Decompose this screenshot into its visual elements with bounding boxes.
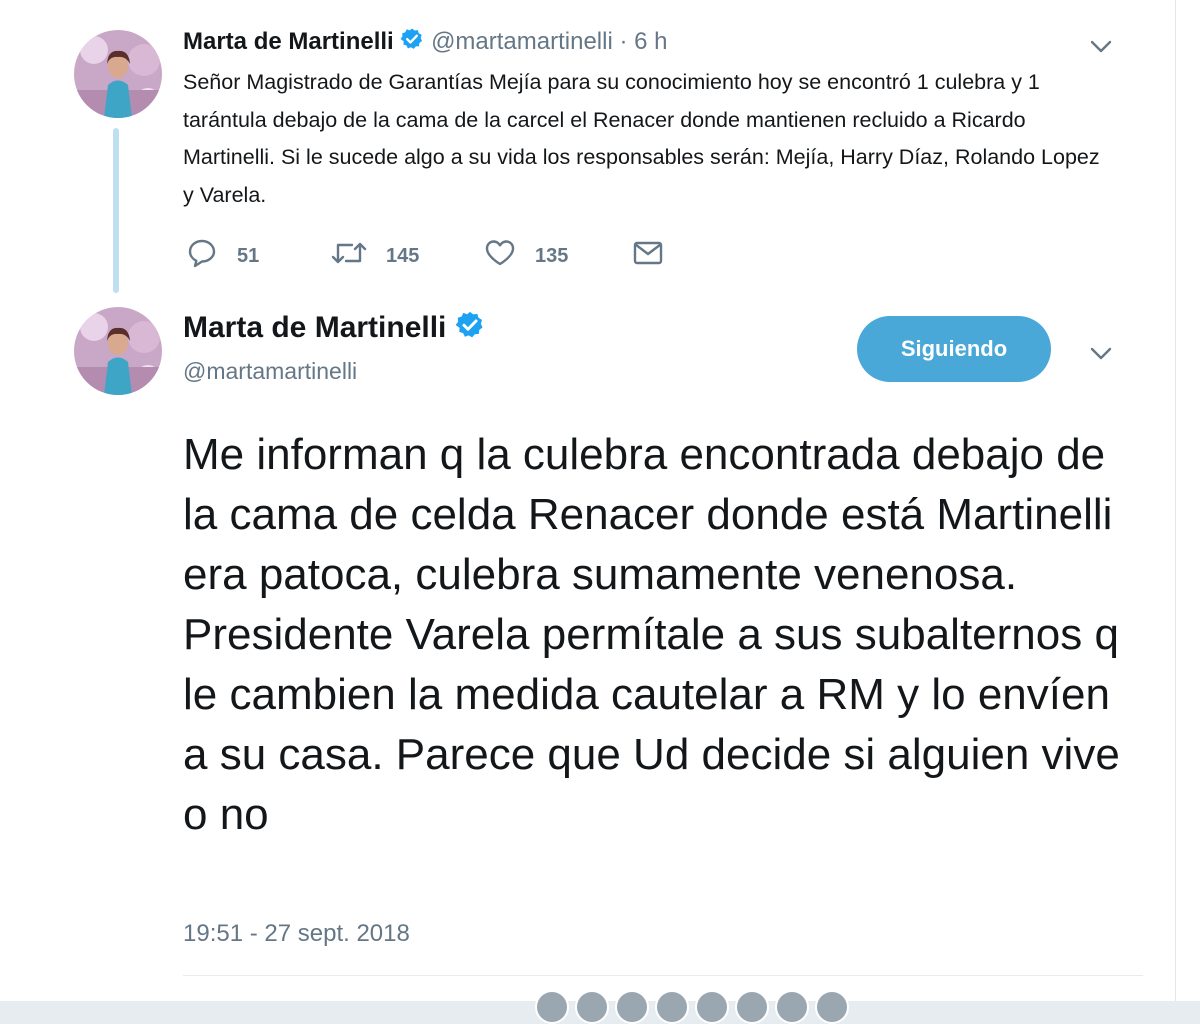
reply-count: 51 bbox=[237, 244, 260, 267]
like-count: 135 bbox=[535, 244, 569, 267]
verified-badge-icon bbox=[400, 27, 424, 58]
chevron-down-icon[interactable] bbox=[1086, 34, 1116, 58]
separator-dot: · bbox=[619, 27, 628, 55]
avatar[interactable] bbox=[74, 30, 162, 118]
like-button[interactable]: 135 bbox=[483, 236, 568, 276]
avatar[interactable] bbox=[535, 990, 569, 1024]
tweet-timestamp[interactable]: 19:51 - 27 sept. 2018 bbox=[183, 920, 410, 948]
liker-avatars bbox=[535, 990, 849, 1024]
display-name[interactable]: Marta de Martinelli bbox=[183, 311, 446, 344]
tweet-text: Señor Magistrado de Garantías Mejía para… bbox=[183, 70, 1100, 207]
retweet-count: 145 bbox=[386, 244, 420, 267]
tweet-header: Marta de Martinelli bbox=[183, 310, 485, 348]
avatar[interactable] bbox=[775, 990, 809, 1024]
verified-badge-icon bbox=[455, 310, 485, 348]
reply-icon bbox=[185, 236, 237, 276]
chevron-down-icon[interactable] bbox=[1086, 341, 1116, 365]
display-name[interactable]: Marta de Martinelli bbox=[183, 28, 394, 55]
reply-button[interactable]: 51 bbox=[185, 236, 259, 276]
avatar[interactable] bbox=[615, 990, 649, 1024]
avatar[interactable] bbox=[74, 307, 162, 395]
retweet-button[interactable]: 145 bbox=[330, 236, 419, 276]
handle[interactable]: @martamartinelli bbox=[183, 358, 357, 385]
handle[interactable]: @martamartinelli bbox=[431, 28, 613, 55]
avatar[interactable] bbox=[735, 990, 769, 1024]
divider bbox=[183, 975, 1143, 976]
thread-connector-line bbox=[113, 128, 119, 293]
like-icon bbox=[483, 236, 535, 276]
tweet-header: Marta de Martinelli @martamartinelli · 6… bbox=[183, 27, 668, 58]
avatar[interactable] bbox=[655, 990, 689, 1024]
direct-message-button[interactable] bbox=[633, 236, 681, 276]
avatar[interactable] bbox=[815, 990, 849, 1024]
time-ago[interactable]: 6 h bbox=[634, 28, 667, 55]
avatar[interactable] bbox=[575, 990, 609, 1024]
tweet-text: Me informan q la culebra encontrada deba… bbox=[183, 430, 1120, 839]
tweet-thread: Marta de Martinelli @martamartinelli · 6… bbox=[0, 0, 1175, 1024]
avatar[interactable] bbox=[695, 990, 729, 1024]
background-page-edge bbox=[1175, 0, 1200, 1001]
direct-message-icon bbox=[633, 236, 681, 276]
retweet-icon bbox=[330, 236, 386, 276]
following-button[interactable]: Siguiendo bbox=[857, 316, 1051, 382]
